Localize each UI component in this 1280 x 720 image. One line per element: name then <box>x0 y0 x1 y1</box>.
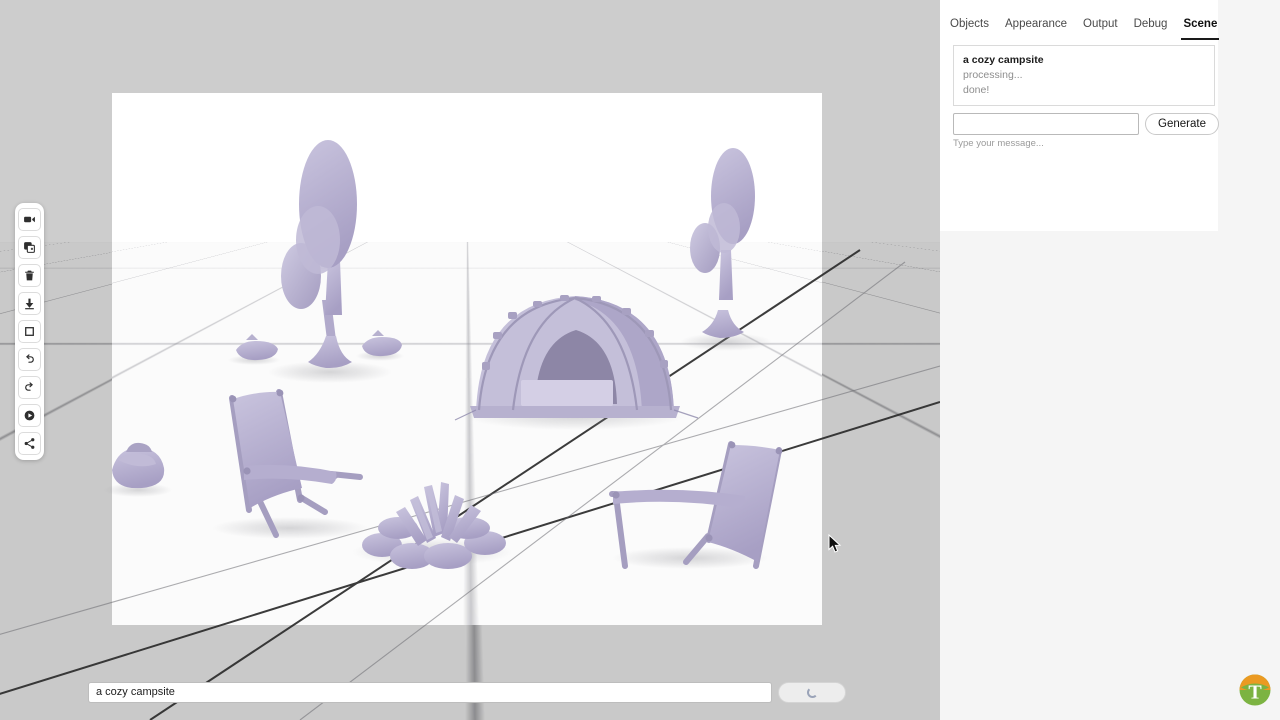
mouse-cursor <box>828 534 842 553</box>
logo-letter: T <box>1248 682 1262 704</box>
log-line-user: a cozy campsite <box>963 54 1044 66</box>
tab-objects[interactable]: Objects <box>950 18 989 40</box>
scene-stage-card <box>112 93 822 625</box>
right-side-panel: Objects Appearance Output Debug Scene a … <box>940 0 1280 720</box>
tab-appearance[interactable]: Appearance <box>1005 18 1067 40</box>
trash-icon[interactable] <box>18 264 41 287</box>
undo-icon[interactable] <box>18 348 41 371</box>
left-toolbar[interactable] <box>15 203 44 460</box>
video-camera-icon[interactable] <box>18 208 41 231</box>
3d-scene-viewport[interactable] <box>0 0 940 720</box>
loading-spinner-icon <box>806 686 818 698</box>
tab-output[interactable]: Output <box>1083 18 1118 40</box>
brand-logo-icon: T <box>1239 674 1271 706</box>
duplicate-add-icon[interactable] <box>18 236 41 259</box>
chat-log: a cozy campsite processing... done! <box>953 45 1215 106</box>
composer-hint-label: Type your message... <box>953 138 1044 149</box>
panel-tabs[interactable]: Objects Appearance Output Debug Scene <box>940 0 1280 40</box>
download-icon[interactable] <box>18 292 41 315</box>
tab-scene[interactable]: Scene <box>1181 18 1220 40</box>
stop-square-icon[interactable] <box>18 320 41 343</box>
message-composer[interactable]: Generate <box>953 112 1219 135</box>
log-line-status: processing... <box>963 68 1023 81</box>
prompt-input[interactable] <box>88 681 772 703</box>
prompt-submit-button[interactable] <box>778 681 846 703</box>
redo-icon[interactable] <box>18 376 41 399</box>
play-icon[interactable] <box>18 404 41 427</box>
prompt-bar[interactable] <box>88 681 848 703</box>
tab-debug[interactable]: Debug <box>1134 18 1168 40</box>
message-input[interactable] <box>953 112 1140 135</box>
generate-button[interactable]: Generate <box>1145 112 1219 135</box>
share-icon[interactable] <box>18 432 41 455</box>
log-line-done: done! <box>963 83 990 96</box>
